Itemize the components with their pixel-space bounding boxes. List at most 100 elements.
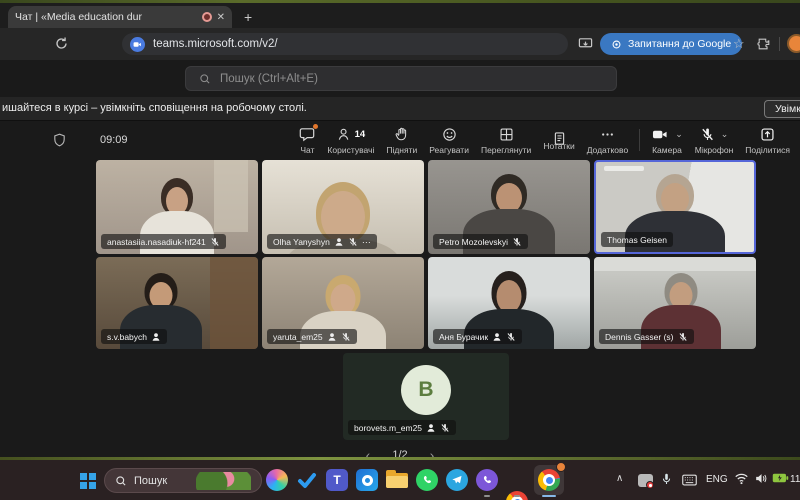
new-tab-button[interactable]: + [244, 9, 252, 25]
mic-chevron-icon[interactable]: ⌄ [721, 129, 729, 140]
camera-icon [651, 127, 669, 142]
tray-mic-icon[interactable] [660, 472, 673, 486]
participant-name: yaruta_em25 [273, 332, 323, 342]
share-icon [760, 127, 775, 142]
tray-overflow-chevron[interactable]: ∧ [616, 473, 623, 484]
todo-check-icon[interactable] [296, 469, 318, 491]
volume-icon[interactable] [754, 472, 768, 485]
tile-more-icon[interactable]: ⋯ [362, 238, 371, 246]
teams-app-icon[interactable]: T [326, 469, 348, 491]
file-explorer-icon[interactable] [386, 469, 408, 491]
whatsapp-icon[interactable] [416, 469, 438, 491]
camera-button[interactable]: ⌄ Камера [645, 126, 689, 155]
person-badge-icon [151, 332, 161, 342]
participant-name-pill: borovets.m_em25 [348, 420, 456, 435]
meeting-controls: Чат 14 Користувачі Підняти Реагувати Пер… [293, 121, 796, 159]
windows-taskbar: Пошук T ∧ [0, 460, 800, 500]
room-furniture [210, 257, 258, 349]
smiley-icon [442, 127, 457, 142]
teams-search-placeholder: Пошук (Ctrl+Alt+E) [220, 73, 318, 85]
participant-name-pill: Dennis Gasser (s) [599, 329, 694, 344]
participant-name-pill: yaruta_em25 [267, 329, 357, 344]
mic-off-icon [678, 332, 688, 342]
chat-notification-dot [313, 124, 318, 129]
participants-icon [337, 127, 352, 142]
participant-name: anastasiia.nasadiuk-hf241 [107, 237, 206, 247]
raise-hand-icon [394, 127, 409, 142]
bookmark-star-icon[interactable]: ☆ [733, 38, 745, 50]
more-dots-icon [600, 127, 615, 142]
battery-charging-icon[interactable] [772, 472, 789, 484]
teams-search-input[interactable]: Пошук (Ctrl+Alt+E) [185, 66, 617, 91]
video-tile-petro[interactable]: Petro Mozolevskyi [428, 160, 590, 254]
taskbar-search[interactable]: Пошук [104, 468, 262, 493]
telegram-icon[interactable] [446, 469, 468, 491]
wifi-icon[interactable] [734, 472, 749, 485]
ask-google-button[interactable]: Запитання до Google [600, 33, 742, 55]
reload-icon[interactable] [54, 36, 69, 51]
participant-name: s.v.babych [107, 332, 147, 342]
browser-tab[interactable]: Чат | «Media education dur ✕ [8, 6, 232, 28]
extensions-puzzle-icon[interactable] [757, 37, 771, 51]
camera-chevron-icon[interactable]: ⌄ [675, 129, 683, 140]
google-lens-icon [611, 39, 622, 50]
toolbar-divider [779, 37, 780, 51]
mic-muted-icon [700, 127, 715, 142]
raise-hand-button[interactable]: Підняти [380, 126, 423, 155]
participants-button[interactable]: 14 Користувачі [321, 126, 380, 155]
office-ceiling [594, 257, 756, 271]
video-tile-babych[interactable]: s.v.babych [96, 257, 258, 349]
taskbar-clock[interactable]: 11 [790, 474, 800, 485]
running-indicator [514, 495, 520, 498]
view-grid-icon [499, 127, 514, 142]
participant-name-pill: s.v.babych [101, 329, 167, 344]
chat-button[interactable]: Чат [293, 126, 321, 155]
mic-off-icon [512, 237, 522, 247]
mic-off-icon [348, 237, 358, 247]
install-cast-icon[interactable] [578, 36, 593, 51]
video-tile-olha[interactable]: Olha Yanyshyn ⋯ [262, 160, 424, 254]
search-icon [199, 73, 211, 85]
banner-text: ишайтеся в курсі – увімкніть сповіщення … [2, 102, 307, 114]
mic-off-icon [341, 332, 351, 342]
browser-profile-avatar[interactable] [787, 34, 800, 53]
controls-divider [639, 129, 640, 151]
video-tile-dennis[interactable]: Dennis Gasser (s) [594, 257, 756, 349]
touch-keyboard-icon[interactable] [682, 474, 697, 486]
participant-name: borovets.m_em25 [354, 423, 422, 433]
active-running-indicator [542, 495, 556, 498]
view-button[interactable]: Переглянути [475, 126, 537, 155]
avatar: B [401, 365, 451, 415]
video-tile-yaruta[interactable]: yaruta_em25 [262, 257, 424, 349]
react-button[interactable]: Реагувати [423, 126, 475, 155]
copilot-icon[interactable] [266, 469, 288, 491]
participant-name-pill: Аня Бурачик [433, 329, 522, 344]
participant-name: Petro Mozolevskyi [439, 237, 508, 247]
language-indicator[interactable]: ENG [706, 474, 728, 485]
tab-close-icon[interactable]: ✕ [217, 12, 225, 23]
meeting-control-bar: 09:09 Чат 14 Користувачі Підняти Реагува… [0, 121, 800, 159]
notification-banner: ишайтеся в курсі – увімкніть сповіщення … [0, 97, 800, 121]
notes-button[interactable]: Нотатки [537, 130, 580, 151]
video-stage: anastasiia.nasadiuk-hf241 Olha Yanyshyn … [0, 158, 800, 457]
video-tile-borovets[interactable]: B borovets.m_em25 [343, 353, 509, 440]
enable-notifications-button[interactable]: Увімкнути [764, 100, 800, 118]
browser-toolbar: teams.microsoft.com/v2/ Запитання до Goo… [0, 28, 800, 60]
start-button[interactable] [80, 473, 96, 489]
media-recording-indicator-icon [202, 12, 212, 22]
active-chrome-window[interactable] [534, 465, 564, 495]
mic-off-icon [440, 423, 450, 433]
more-options-button[interactable]: Додатково [581, 126, 634, 155]
participant-name: Аня Бурачик [439, 332, 488, 342]
participant-name-pill: Olha Yanyshyn ⋯ [267, 234, 377, 249]
share-button[interactable]: Поділитися [739, 126, 796, 155]
video-tile-anastasiia[interactable]: anastasiia.nasadiuk-hf241 [96, 160, 258, 254]
mic-off-icon [210, 237, 220, 247]
viber-icon[interactable] [476, 469, 498, 491]
video-tile-thomas-active-speaker[interactable]: Thomas Geisen [594, 160, 756, 254]
mic-button[interactable]: ⌄ Мікрофон [689, 126, 740, 155]
outlook-icon[interactable] [356, 469, 378, 491]
url-bar[interactable]: teams.microsoft.com/v2/ [122, 33, 568, 55]
video-tile-anya[interactable]: Аня Бурачик [428, 257, 590, 349]
person-badge-icon [426, 423, 436, 433]
